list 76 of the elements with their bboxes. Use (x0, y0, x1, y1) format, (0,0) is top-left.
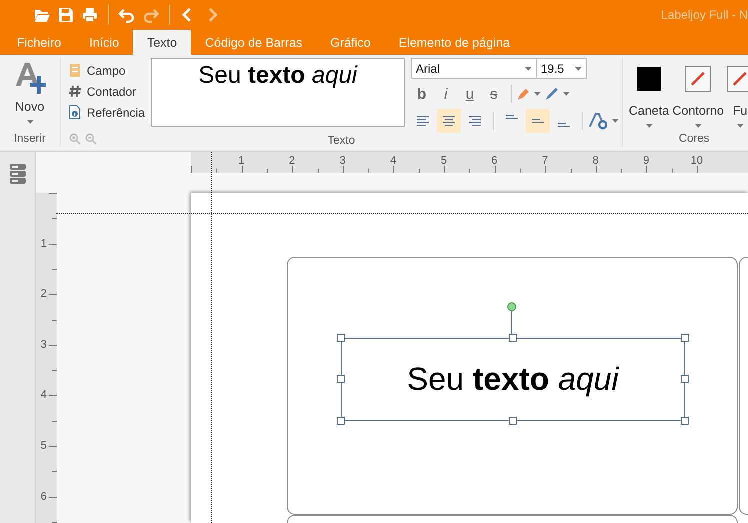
no-color-icon (685, 66, 712, 92)
stacked-bars-icon[interactable] (8, 163, 26, 185)
ruler-number: 1 (238, 155, 245, 167)
format-button[interactable]: b (411, 83, 433, 105)
hash-icon (68, 84, 82, 99)
align-right-icon (469, 116, 481, 126)
window-title: Labeljoy Full - N (661, 8, 748, 22)
ruler-number: 6 (40, 490, 47, 503)
new-text-button[interactable]: Novo (0, 58, 60, 131)
insert-menu-item[interactable]: Contador (68, 84, 146, 99)
redo-icon (142, 6, 160, 24)
save-icon (57, 6, 75, 24)
caret-icon (646, 124, 653, 128)
caret-icon (612, 119, 619, 123)
rotation-handle[interactable] (507, 302, 517, 334)
align-left-icon (417, 116, 429, 126)
ruler-number: 2 (289, 155, 296, 167)
printer-icon (81, 6, 99, 24)
caret-icon (575, 66, 582, 70)
align-center-button[interactable] (437, 109, 461, 133)
vertical-align-middle-button[interactable] (526, 109, 550, 133)
font-size-dropdown[interactable]: 19.5 (537, 58, 587, 79)
format-button[interactable]: u (459, 83, 481, 105)
text-add-icon (14, 60, 46, 94)
text-effects-icon[interactable] (589, 112, 607, 130)
ruler-number: 7 (542, 155, 548, 167)
vertical-align-bottom-icon (558, 122, 570, 127)
ruler-number: 4 (40, 389, 47, 402)
ruler-number: 3 (40, 338, 47, 351)
caret-icon (736, 124, 744, 128)
resize-handle[interactable] (337, 375, 345, 383)
group-label: Texto (328, 135, 356, 147)
vertical-align-top-icon (506, 115, 518, 120)
resize-handle[interactable] (509, 417, 517, 425)
text-preview: Seu texto aqui (151, 58, 405, 127)
caret-icon (563, 92, 570, 96)
ruler-number: 9 (643, 155, 650, 167)
ruler-number: 4 (390, 155, 396, 167)
pen-icon[interactable] (546, 88, 558, 100)
vertical-align-middle-icon (532, 118, 544, 124)
ruler-number: 2 (40, 288, 47, 300)
resize-handle[interactable] (681, 417, 689, 425)
ruler-number: 6 (492, 155, 498, 167)
format-button[interactable]: s (483, 83, 505, 105)
group-label: Inserir (13, 132, 47, 147)
info-document-icon (68, 105, 82, 120)
caret-icon (694, 124, 702, 128)
font-dropdown[interactable]: Arial (411, 58, 537, 79)
color-picker-button[interactable]: Contorno (673, 58, 724, 131)
group-label: Cores (679, 133, 710, 145)
ribbon-tab[interactable]: Texto (133, 30, 192, 55)
color-picker-button[interactable]: Fu (727, 58, 748, 131)
font-size-value: 19.5 (541, 62, 564, 76)
caret-icon (525, 66, 532, 70)
resize-handle[interactable] (509, 334, 517, 342)
resize-handle[interactable] (681, 334, 689, 342)
format-button[interactable]: i (435, 83, 457, 105)
ruler-number: 1 (40, 238, 47, 250)
resize-handle[interactable] (681, 375, 689, 383)
caret-icon (534, 92, 541, 96)
undo-icon (118, 6, 136, 24)
align-center-icon (443, 116, 455, 126)
ruler-number: 8 (592, 155, 599, 167)
ruler-number: 10 (690, 155, 704, 167)
ruler-number: 5 (40, 440, 47, 452)
list-card-icon (68, 63, 82, 78)
ruler-number: 5 (440, 155, 448, 167)
caret-icon (26, 120, 34, 124)
ruler-number: 3 (340, 155, 346, 167)
text-object[interactable]: Seu texto aqui (341, 338, 685, 421)
resize-handle[interactable] (337, 334, 345, 342)
color-picker-button[interactable]: Caneta (629, 58, 670, 131)
insert-menu-item[interactable]: Referência (68, 105, 146, 120)
insert-menu-item[interactable]: Campo (68, 63, 146, 78)
resize-handle[interactable] (337, 417, 345, 425)
font-name: Arial (416, 62, 440, 76)
